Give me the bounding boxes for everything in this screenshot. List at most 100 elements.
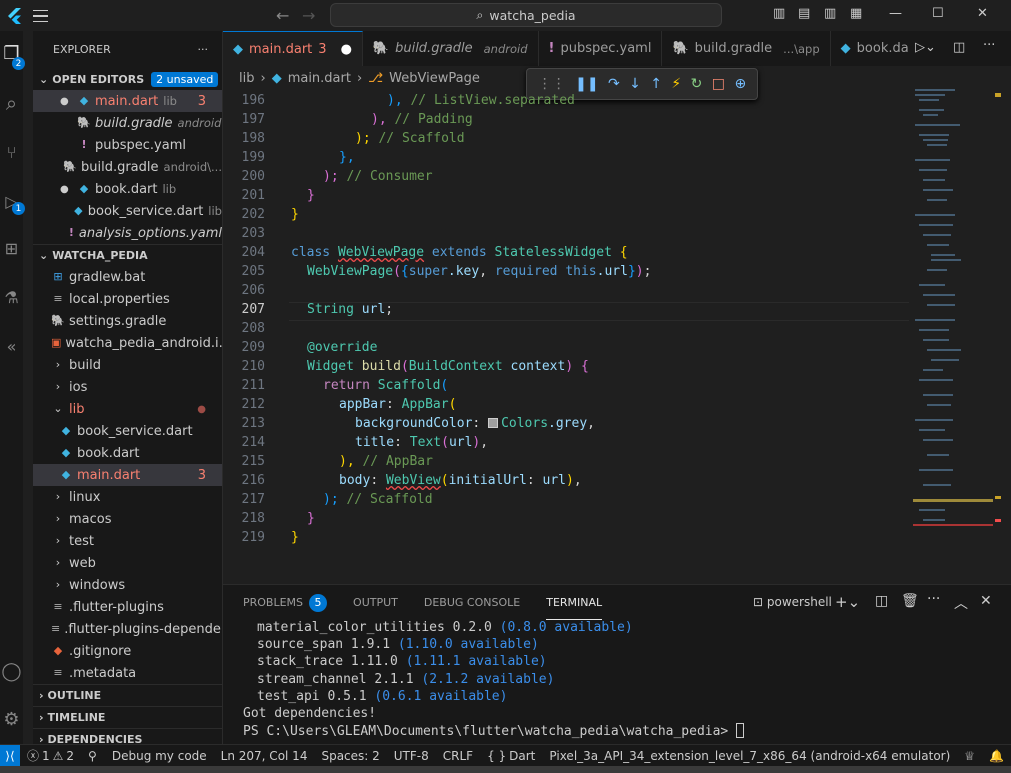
forward-arrow-icon[interactable]: → xyxy=(302,6,315,25)
devtools-icon[interactable]: ⊕ xyxy=(734,76,746,92)
file-item[interactable]: ◆ book_service.dart xyxy=(33,420,222,442)
unsaved-dot-icon[interactable]: ● xyxy=(60,184,69,195)
open-editor-item[interactable]: ● ◆ main.dart lib 3 xyxy=(33,90,222,112)
copilot-icon[interactable]: ♕ xyxy=(957,749,982,763)
encoding[interactable]: UTF-8 xyxy=(387,749,436,763)
split-terminal-icon[interactable]: ◫ xyxy=(875,593,888,609)
source-control-icon[interactable]: ⑂ xyxy=(0,137,23,167)
debug-status[interactable]: ⚲ Debug my code xyxy=(81,749,214,763)
tab-label: main.dart xyxy=(249,41,313,57)
tab-book-dart[interactable]: ◆ book.da xyxy=(831,31,919,66)
more-actions-icon[interactable]: ··· xyxy=(983,38,995,53)
tab-main-dart[interactable]: ◆ main.dart 3 ● xyxy=(223,31,363,66)
color-swatch[interactable] xyxy=(488,418,499,428)
tab-build-gradle-app[interactable]: 🐘 build.gradle ...\app xyxy=(662,31,831,66)
folder-item[interactable]: › ios xyxy=(33,376,222,398)
file-item[interactable]: ≡ .flutter-plugins-depende... xyxy=(33,618,222,640)
minimize-icon[interactable]: — xyxy=(889,6,902,21)
minimap[interactable] xyxy=(913,89,1003,584)
open-editor-item[interactable]: ! analysis_options.yaml xyxy=(33,222,222,244)
outline-section[interactable]: › OUTLINE xyxy=(33,684,222,706)
folder-item[interactable]: › test xyxy=(33,530,222,552)
file-item[interactable]: ◆ .gitignore xyxy=(33,640,222,662)
more-actions-icon[interactable]: ··· xyxy=(927,591,940,607)
settings-gear-icon[interactable]: ⚙ xyxy=(0,704,23,734)
close-panel-icon[interactable]: ✕ xyxy=(980,593,992,609)
tab-pubspec-yaml[interactable]: ! pubspec.yaml xyxy=(539,31,663,66)
pause-icon[interactable]: ❚❚ xyxy=(575,76,598,92)
tab-terminal[interactable]: TERMINAL xyxy=(546,585,603,620)
open-editor-item[interactable]: ! pubspec.yaml xyxy=(33,134,222,156)
file-item[interactable]: ≡ .flutter-plugins xyxy=(33,596,222,618)
file-item[interactable]: ≡ .metadata xyxy=(33,662,222,684)
line-ending[interactable]: CRLF xyxy=(436,749,480,763)
new-terminal-icon[interactable]: +⌄ xyxy=(835,593,860,611)
toggle-primary-sidebar-icon[interactable]: ▥ xyxy=(773,6,785,21)
more-actions-icon[interactable]: ··· xyxy=(198,43,209,56)
folder-item[interactable]: › linux xyxy=(33,486,222,508)
toggle-secondary-sidebar-icon[interactable]: ▥ xyxy=(824,6,836,21)
unsaved-dot-icon[interactable]: ● xyxy=(341,42,352,57)
search-view-icon[interactable]: ⌕ xyxy=(0,88,23,118)
timeline-section[interactable]: › TIMELINE xyxy=(33,706,222,728)
file-item[interactable]: ▣ watcha_pedia_android.i... xyxy=(33,332,222,354)
tab-output[interactable]: OUTPUT xyxy=(353,585,398,620)
maximize-panel-icon[interactable]: ︿ xyxy=(954,593,968,613)
tab-problems[interactable]: PROBLEMS 5 xyxy=(243,585,328,620)
file-item[interactable]: ◆ book.dart xyxy=(33,442,222,464)
open-editor-item[interactable]: 🐘 build.gradle android xyxy=(33,112,222,134)
accounts-icon[interactable]: ◯ xyxy=(0,656,23,686)
breadcrumb-file[interactable]: main.dart xyxy=(288,71,351,86)
language-mode[interactable]: { } Dart xyxy=(480,749,542,763)
unsaved-dot-icon[interactable]: ● xyxy=(60,96,69,107)
problems-status[interactable]: ⓧ 1 ⚠ 2 xyxy=(20,747,81,764)
dependencies-section[interactable]: › DEPENDENCIES xyxy=(33,728,222,744)
open-editor-item[interactable]: ● ◆ book.dart lib xyxy=(33,178,222,200)
tab-build-gradle-android[interactable]: 🐘 build.gradle android xyxy=(363,31,539,66)
tab-debug-console[interactable]: DEBUG CONSOLE xyxy=(424,585,520,620)
remote-indicator-icon[interactable]: ⟩⟨ xyxy=(0,744,20,767)
indentation[interactable]: Spaces: 2 xyxy=(314,749,386,763)
customize-layout-icon[interactable]: ▦ xyxy=(850,6,862,21)
folder-item[interactable]: › macos xyxy=(33,508,222,530)
hot-reload-icon[interactable]: ⚡ xyxy=(671,76,681,92)
breadcrumb-folder[interactable]: lib xyxy=(239,71,254,86)
run-dropdown-icon[interactable]: ▷⌄ xyxy=(915,40,936,55)
maximize-icon[interactable]: ☐ xyxy=(932,6,944,21)
error-icon: ⓧ xyxy=(26,749,39,763)
file-item[interactable]: ◆ main.dart 3 xyxy=(33,464,222,486)
file-item[interactable]: 🐘 settings.gradle xyxy=(33,310,222,332)
hamburger-menu-icon[interactable] xyxy=(30,6,50,26)
file-item[interactable]: ≡ local.properties xyxy=(33,288,222,310)
open-editor-item[interactable]: 🐘 build.gradle android\... xyxy=(33,156,222,178)
project-section[interactable]: ⌄ WATCHA_PEDIA xyxy=(33,244,222,266)
extensions-icon[interactable]: ⊞ xyxy=(0,233,23,263)
folder-item[interactable]: › windows xyxy=(33,574,222,596)
restart-icon[interactable]: ↻ xyxy=(691,76,703,92)
file-item[interactable]: ⊞ gradlew.bat xyxy=(33,266,222,288)
drag-handle-icon[interactable]: ⋮⋮ xyxy=(538,76,566,92)
stop-icon[interactable]: □ xyxy=(712,76,725,92)
folder-item[interactable]: › web xyxy=(33,552,222,574)
flutter-outline-icon[interactable]: « xyxy=(0,331,23,361)
open-editor-item[interactable]: ◆ book_service.dart lib xyxy=(33,200,222,222)
terminal-output[interactable]: material_color_utilities 0.2.0 (0.8.0 av… xyxy=(223,620,1011,740)
kill-terminal-icon[interactable]: 🗑 xyxy=(901,593,919,609)
back-arrow-icon[interactable]: ← xyxy=(276,6,289,25)
toggle-panel-icon[interactable]: ▤ xyxy=(798,6,810,21)
notifications-bell-icon[interactable]: 🔔 xyxy=(982,749,1011,763)
step-into-icon[interactable]: ↓ xyxy=(629,76,641,92)
split-editor-icon[interactable]: ◫ xyxy=(953,40,965,55)
testing-icon[interactable]: ⚗ xyxy=(0,282,23,312)
breadcrumb-symbol[interactable]: WebViewPage xyxy=(389,71,480,86)
folder-item[interactable]: › build xyxy=(33,354,222,376)
command-center-search[interactable]: ⌕ watcha_pedia xyxy=(330,3,722,27)
folder-item[interactable]: ⌄ lib ● xyxy=(33,398,222,420)
terminal-selector[interactable]: ⊡ powershell xyxy=(753,595,832,609)
device-selector[interactable]: Pixel_3a_API_34_extension_level_7_x86_64… xyxy=(542,749,957,763)
close-window-icon[interactable]: ✕ xyxy=(977,6,988,21)
step-out-icon[interactable]: ↑ xyxy=(650,76,662,92)
step-over-icon[interactable]: ↷ xyxy=(608,76,620,92)
open-editors-section[interactable]: ⌄ OPEN EDITORS 2 unsaved xyxy=(33,68,222,90)
cursor-position[interactable]: Ln 207, Col 14 xyxy=(214,749,315,763)
